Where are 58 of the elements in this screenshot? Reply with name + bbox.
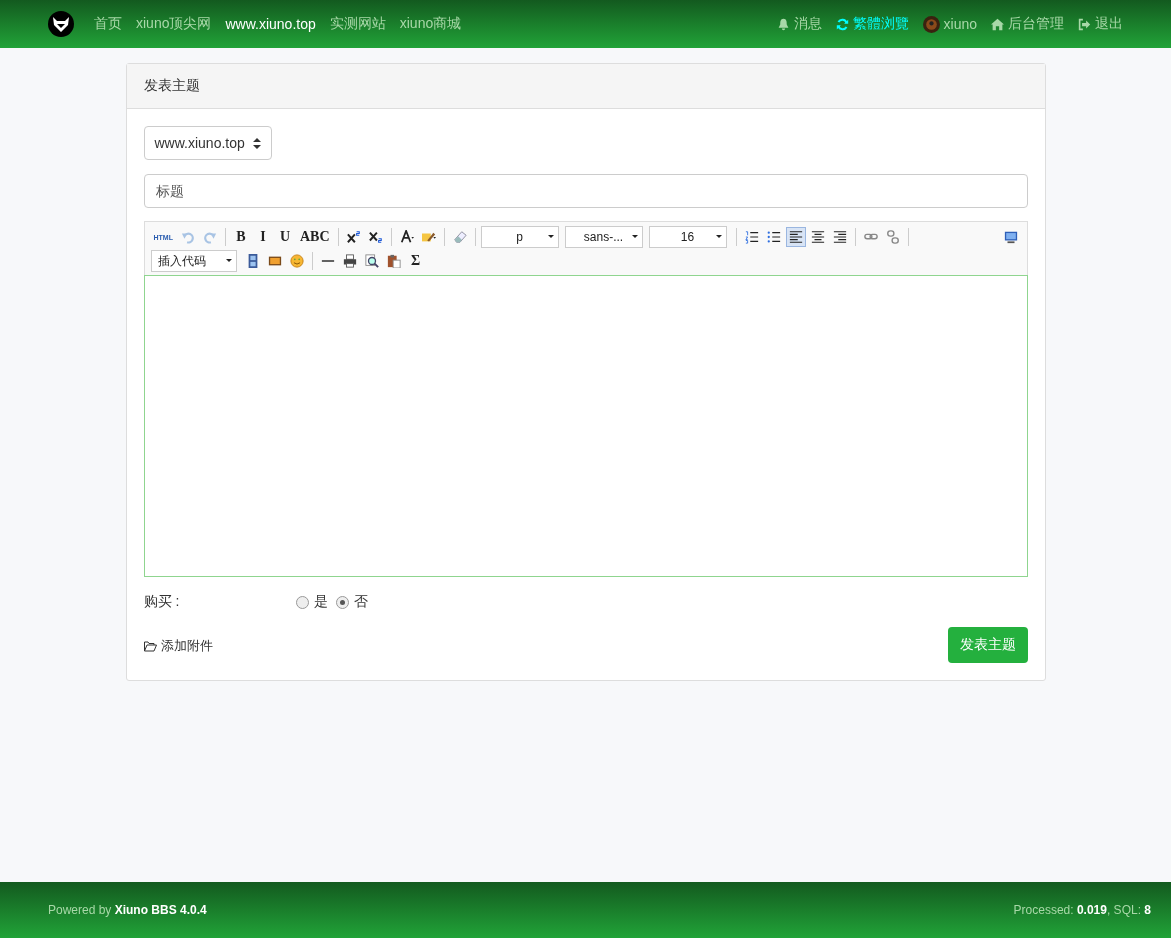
- logout-icon: [1078, 17, 1091, 31]
- toolbar-button[interactable]: B: [230, 227, 251, 247]
- bullet-list-icon: [766, 230, 781, 244]
- eraser-icon: [452, 230, 467, 244]
- header-link[interactable]: 退出: [1095, 15, 1123, 33]
- font-color-icon: [399, 230, 414, 244]
- radio-label: 是: [313, 593, 328, 611]
- header-link[interactable]: 消息: [793, 15, 822, 33]
- subscript-icon: [368, 230, 383, 244]
- header-link[interactable]: 后台管理: [1008, 15, 1064, 33]
- monitor-icon: [1003, 230, 1018, 244]
- highlighter-icon: [421, 230, 436, 244]
- toolbar-dropdown[interactable]: p: [480, 226, 559, 248]
- clipboard-icon: [386, 254, 401, 268]
- image-icon: [267, 254, 282, 268]
- undo-icon: [180, 230, 195, 244]
- nav-link[interactable]: xiuno顶尖网: [136, 15, 212, 33]
- toolbar-button[interactable]: [785, 227, 806, 247]
- align-left-icon: [788, 230, 803, 244]
- bell-icon: [776, 17, 790, 31]
- avatar-icon: [922, 15, 940, 33]
- toolbar-dropdown[interactable]: 16: [648, 226, 727, 248]
- radio-button[interactable]: [335, 595, 349, 609]
- stats-text: Processed: 0.019, SQL: 8: [1013, 903, 1151, 917]
- numbered-list-icon: [744, 230, 759, 244]
- superscript-icon: [346, 230, 361, 244]
- card-title: 发表主题: [143, 77, 200, 93]
- toolbar-button[interactable]: U: [274, 227, 295, 247]
- printer-icon: [342, 254, 357, 268]
- nav-link[interactable]: xiuno商城: [399, 15, 462, 33]
- logo-icon[interactable]: [48, 11, 74, 37]
- purchase-label: 购买 :: [143, 593, 181, 611]
- magnifier-icon: [364, 254, 379, 268]
- nav-link[interactable]: 首页: [94, 15, 122, 33]
- toolbar-dropdown[interactable]: 插入代码: [150, 250, 237, 272]
- title-input[interactable]: 标题: [143, 174, 1028, 208]
- header-link[interactable]: xiuno: [943, 16, 977, 32]
- toolbar-dropdown[interactable]: sans-...: [564, 226, 643, 248]
- nav-link[interactable]: 实测网站: [329, 15, 386, 33]
- home-icon: [991, 17, 1004, 31]
- radio-label: 否: [353, 593, 368, 611]
- forum-select[interactable]: www.xiuno.top: [143, 126, 272, 160]
- folder-icon: [143, 640, 157, 652]
- align-center-icon: [810, 230, 825, 244]
- toolbar-button[interactable]: I: [252, 227, 273, 247]
- powered-by-text: Powered by Xiuno BBS 4.0.4: [48, 903, 207, 917]
- up-down-arrows-icon: [252, 137, 261, 149]
- toolbar-button[interactable]: ABC: [296, 227, 333, 247]
- unlink-icon: [885, 230, 900, 244]
- toolbar-button[interactable]: Σ: [405, 251, 426, 271]
- smiley-icon: [289, 254, 304, 268]
- align-right-icon: [832, 230, 847, 244]
- header-link[interactable]: 繁體浏覽: [852, 15, 909, 33]
- refresh-icon: [835, 17, 849, 31]
- radio-button[interactable]: [295, 595, 309, 609]
- attach-link[interactable]: 添加附件: [143, 637, 213, 655]
- redo-icon: [202, 230, 217, 244]
- nav-link[interactable]: www.xiuno.top: [225, 16, 316, 32]
